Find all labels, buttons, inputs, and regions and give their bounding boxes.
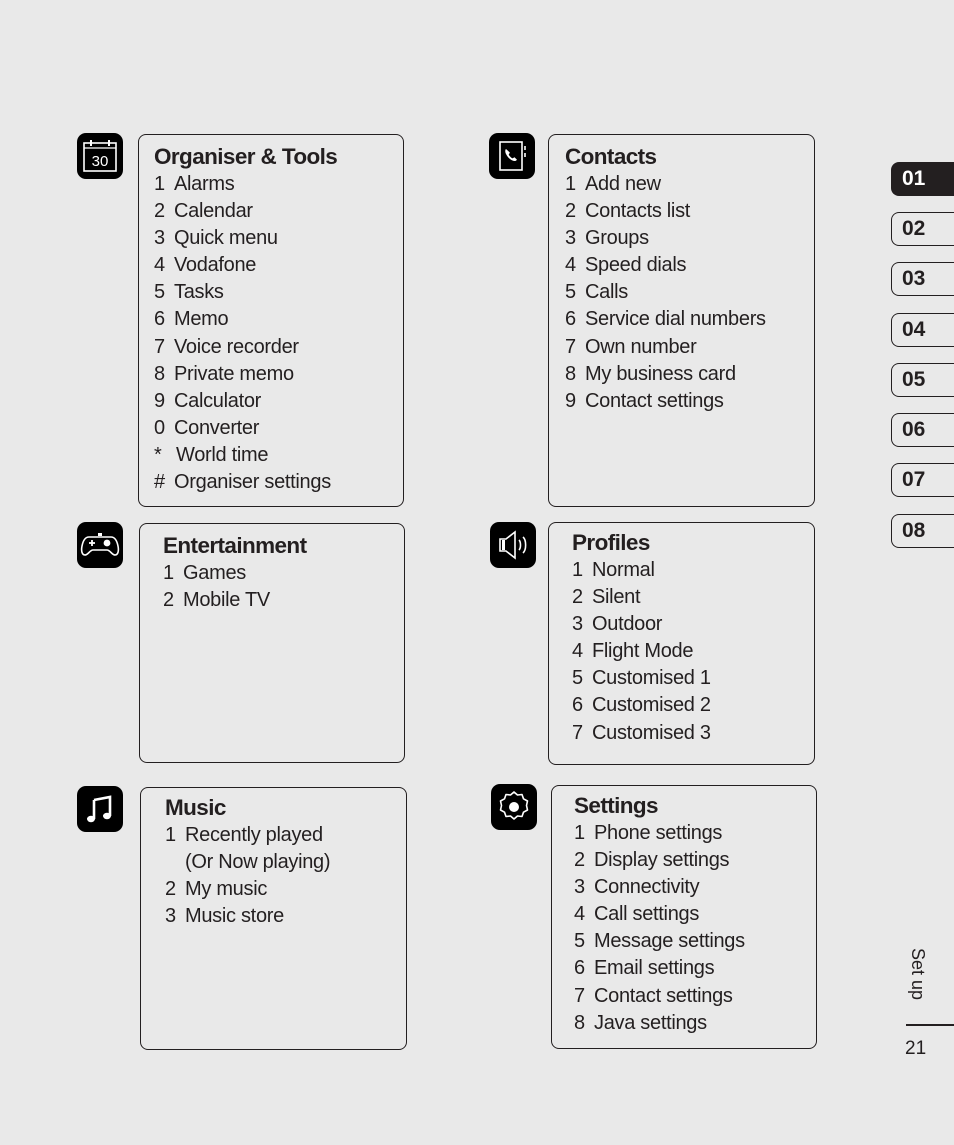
menu-item[interactable]: 5 Customised 1 [572,665,814,692]
menu-item[interactable]: * World time [154,442,403,469]
menu-item[interactable]: 3 Connectivity [574,874,816,901]
section-title: Music [165,795,226,820]
menu-item[interactable]: 2 Mobile TV [163,587,404,614]
menu-item[interactable]: 1 Recently played [165,822,406,849]
menu-item[interactable]: 4 Speed dials [565,252,814,279]
section-label: Set up [908,948,928,1001]
menu-item[interactable]: 5 Message settings [574,928,816,955]
calendar-icon-text: 30 [92,153,109,170]
speaker-icon [490,522,536,568]
menu-item[interactable]: 4 Vodafone [154,252,403,279]
section-organiser-tools: Organiser & Tools 1 Alarms 2 Calendar 3 Qui… [138,134,404,507]
menu-item[interactable]: 7 Customised 3 [572,720,814,747]
menu-item[interactable]: 0 Converter [154,415,403,442]
section-title: Settings [574,793,659,818]
chapter-tab-06[interactable]: 06 [891,413,954,447]
section-settings: Settings 1 Phone settings 2 Display settin… [551,785,817,1049]
menu-list: 1 Alarms 2 Calendar 3 Quick menu 4 Vodafone … [154,171,403,496]
menu-item[interactable]: 4 Flight Mode [572,638,814,665]
menu-item[interactable]: 1 Add new [565,171,814,198]
gear-icon [491,784,537,830]
chapter-tab-08[interactable]: 08 [891,514,954,548]
menu-item[interactable]: 6 Memo [154,306,403,333]
gamepad-icon [77,522,123,568]
menu-item[interactable]: 3 Music store [165,903,406,930]
menu-item[interactable]: 2 Contacts list [565,198,814,225]
menu-item[interactable]: 2 Display settings [574,847,816,874]
chapter-tab-04[interactable]: 04 [891,313,954,347]
menu-item[interactable]: 9 Contact settings [565,388,814,415]
menu-item[interactable]: # Organiser settings [154,469,403,496]
menu-item[interactable]: 3 Groups [565,225,814,252]
menu-item[interactable]: 5 Calls [565,279,814,306]
menu-item[interactable]: 5 Tasks [154,279,403,306]
section-music: Music 1 Recently played (Or Now playing) … [140,787,407,1050]
chapter-tab-05[interactable]: 05 [891,363,954,397]
page-divider [906,1024,954,1026]
chapter-tab-02[interactable]: 02 [891,212,954,246]
menu-list: 1 Games 2 Mobile TV [163,560,404,614]
section-title: Entertainment [163,533,307,558]
menu-item[interactable]: 9 Calculator [154,388,403,415]
menu-list: 1 Normal 2 Silent 3 Outdoor 4 Flight Mode 5C… [572,557,814,747]
section-entertainment: Entertainment 1 Games 2 Mobile TV [139,523,405,763]
menu-item[interactable]: 3 Quick menu [154,225,403,252]
menu-item[interactable]: 3 Outdoor [572,611,814,638]
menu-item-continuation: (Or Now playing) [185,851,331,874]
menu-item[interactable]: 4 Call settings [574,901,816,928]
menu-list: 1 Recently played (Or Now playing) 2 My mu… [165,822,406,930]
menu-list: 1 Add new 2 Contacts list 3 Groups 4 Speed d… [565,171,814,415]
chapter-tab-07[interactable]: 07 [891,463,954,497]
menu-item[interactable]: 2 Silent [572,584,814,611]
calendar-icon: 30 [77,133,123,179]
menu-item[interactable]: 7 Voice recorder [154,334,403,361]
menu-item[interactable]: 8 Java settings [574,1010,816,1037]
menu-item[interactable]: 6 Email settings [574,955,816,982]
menu-item[interactable]: 1 Alarms [154,171,403,198]
menu-item[interactable]: 1 Games [163,560,404,587]
menu-list: 1 Phone settings 2 Display settings 3 Conne… [574,820,816,1037]
menu-item[interactable]: 6 Service dial numbers [565,306,814,333]
section-title: Contacts [565,144,657,169]
section-profiles: Profiles 1 Normal 2 Silent 3 Outdoor 4 Fligh… [548,522,815,765]
chapter-tab-01[interactable]: 01 [891,162,954,196]
page-number: 21 [905,1038,927,1059]
menu-item[interactable]: 1 Phone settings [574,820,816,847]
section-title: Organiser & Tools [154,144,338,169]
menu-item[interactable]: 6 Customised 2 [572,692,814,719]
menu-item[interactable]: 2 Calendar [154,198,403,225]
section-contacts: Contacts 1 Add new 2 Contacts list 3 Groups… [548,134,815,507]
phonebook-icon [489,133,535,179]
menu-item[interactable]: 2 My music [165,876,406,903]
menu-item[interactable]: 1 Normal [572,557,814,584]
menu-item[interactable]: 7 Contact settings [574,983,816,1010]
chapter-tab-03[interactable]: 03 [891,262,954,296]
music-note-icon [77,786,123,832]
menu-item[interactable]: 8 My business card [565,361,814,388]
menu-item[interactable]: 8 Private memo [154,361,403,388]
menu-item[interactable]: 7 Own number [565,334,814,361]
section-title: Profiles [572,530,650,555]
